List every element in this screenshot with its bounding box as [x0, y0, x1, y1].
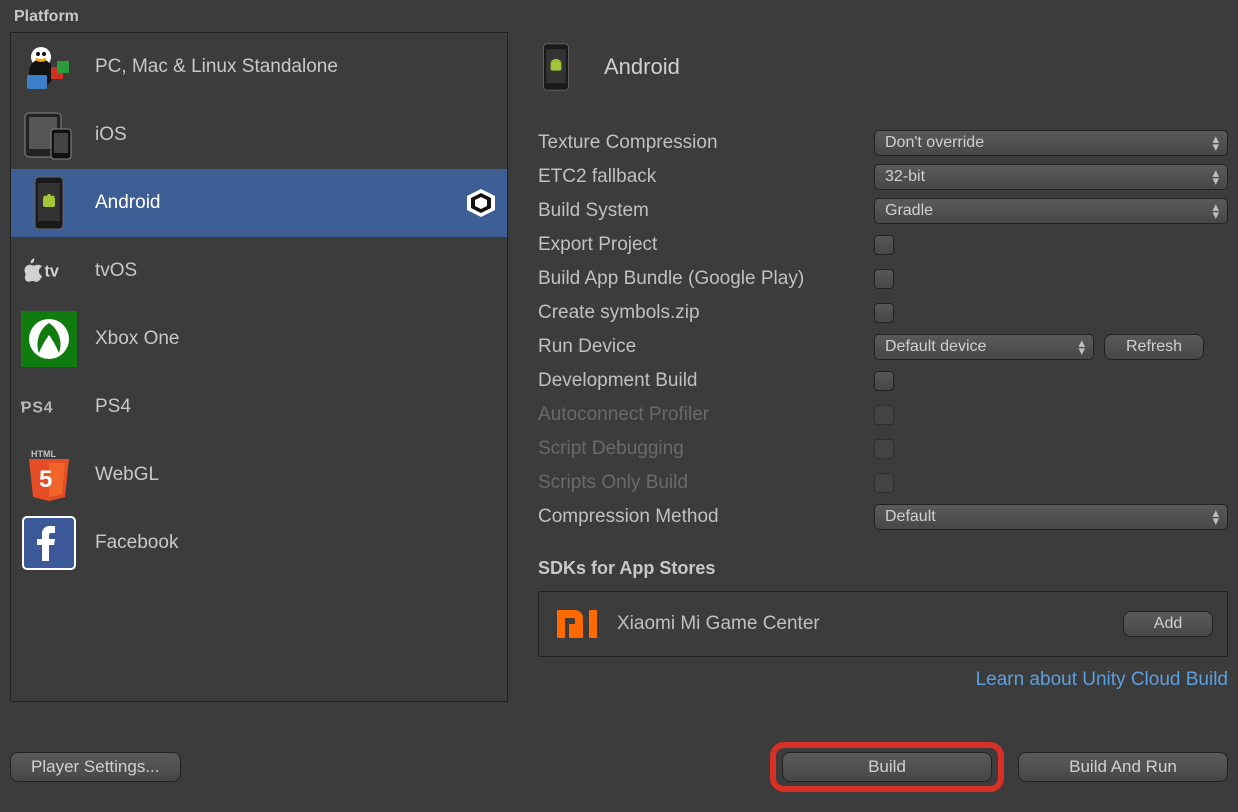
setting-export-project: Export Project: [538, 228, 1228, 262]
unity-logo-icon: [465, 187, 497, 219]
build-system-dropdown[interactable]: Gradle ▴▾: [874, 198, 1228, 224]
chevron-updown-icon: ▴▾: [1212, 509, 1219, 525]
platform-item-facebook[interactable]: Facebook: [11, 509, 507, 577]
setting-autoconnect-profiler: Autoconnect Profiler: [538, 398, 1228, 432]
facebook-icon: [21, 515, 77, 571]
platform-item-tvos[interactable]: tv tvOS: [11, 237, 507, 305]
texture-compression-dropdown[interactable]: Don't override ▴▾: [874, 130, 1228, 156]
scripts-only-build-checkbox: [874, 473, 894, 493]
chevron-updown-icon: ▴▾: [1212, 169, 1219, 185]
platform-label: iOS: [95, 124, 127, 146]
setting-run-device: Run Device Default device ▴▾ Refresh: [538, 330, 1228, 364]
chevron-updown-icon: ▴▾: [1212, 203, 1219, 219]
android-phone-icon: [21, 175, 77, 231]
setting-compression-method: Compression Method Default ▴▾: [538, 500, 1228, 534]
build-button[interactable]: Build: [782, 752, 992, 782]
export-project-checkbox[interactable]: [874, 235, 894, 255]
platform-label: WebGL: [95, 464, 159, 486]
sdk-store-label: Xiaomi Mi Game Center: [617, 613, 1107, 635]
script-debugging-checkbox: [874, 439, 894, 459]
platform-item-ios[interactable]: iOS: [11, 101, 507, 169]
build-app-bundle-checkbox[interactable]: [874, 269, 894, 289]
selected-platform-title: Android: [604, 54, 680, 80]
add-sdk-button[interactable]: Add: [1123, 611, 1213, 637]
pc-mac-linux-icon: [21, 39, 77, 95]
platform-details-panel: Android Texture Compression Don't overri…: [538, 32, 1228, 702]
platform-label: Android: [95, 192, 161, 214]
platform-item-ps4[interactable]: PS4 PS4: [11, 373, 507, 441]
platform-item-xboxone[interactable]: Xbox One: [11, 305, 507, 373]
platform-item-webgl[interactable]: HTML 5 WebGL: [11, 441, 507, 509]
platform-label: Facebook: [95, 532, 178, 554]
compression-method-dropdown[interactable]: Default ▴▾: [874, 504, 1228, 530]
setting-scripts-only-build: Scripts Only Build: [538, 466, 1228, 500]
setting-script-debugging: Script Debugging: [538, 432, 1228, 466]
sdk-store-row: Xiaomi Mi Game Center Add: [538, 591, 1228, 657]
setting-build-system: Build System Gradle ▴▾: [538, 194, 1228, 228]
platform-section-header: Platform: [0, 0, 1238, 32]
chevron-updown-icon: ▴▾: [1078, 339, 1085, 355]
platform-item-pc[interactable]: PC, Mac & Linux Standalone: [11, 33, 507, 101]
platform-label: tvOS: [95, 260, 137, 282]
player-settings-button[interactable]: Player Settings...: [10, 752, 181, 782]
platform-item-android[interactable]: Android: [11, 169, 507, 237]
build-button-highlight: Build: [770, 742, 1004, 792]
build-and-run-button[interactable]: Build And Run: [1018, 752, 1228, 782]
svg-text:PS4: PS4: [21, 399, 53, 416]
svg-text:tv: tv: [44, 262, 58, 280]
setting-build-app-bundle: Build App Bundle (Google Play): [538, 262, 1228, 296]
platform-label: PS4: [95, 396, 131, 418]
setting-etc2-fallback: ETC2 fallback 32-bit ▴▾: [538, 160, 1228, 194]
svg-text:5: 5: [39, 466, 52, 493]
html5-icon: HTML 5: [21, 447, 77, 503]
appletv-icon: tv: [21, 243, 77, 299]
setting-texture-compression: Texture Compression Don't override ▴▾: [538, 126, 1228, 160]
cloud-build-link[interactable]: Learn about Unity Cloud Build: [976, 669, 1228, 690]
ios-icon: [21, 107, 77, 163]
run-device-dropdown[interactable]: Default device ▴▾: [874, 334, 1094, 360]
xbox-icon: [21, 311, 77, 367]
xiaomi-icon: [553, 604, 601, 644]
create-symbols-checkbox[interactable]: [874, 303, 894, 323]
setting-development-build: Development Build: [538, 364, 1228, 398]
platform-list: PC, Mac & Linux Standalone iOS: [10, 32, 508, 702]
platform-label: Xbox One: [95, 328, 180, 350]
chevron-updown-icon: ▴▾: [1212, 135, 1219, 151]
refresh-button[interactable]: Refresh: [1104, 334, 1204, 360]
autoconnect-profiler-checkbox: [874, 405, 894, 425]
etc2-fallback-dropdown[interactable]: 32-bit ▴▾: [874, 164, 1228, 190]
setting-create-symbols: Create symbols.zip: [538, 296, 1228, 330]
svg-text:HTML: HTML: [31, 449, 56, 459]
development-build-checkbox[interactable]: [874, 371, 894, 391]
ps4-icon: PS4: [21, 379, 77, 435]
platform-label: PC, Mac & Linux Standalone: [95, 56, 338, 78]
android-phone-icon: [538, 42, 574, 92]
sdk-section-header: SDKs for App Stores: [538, 558, 1228, 579]
